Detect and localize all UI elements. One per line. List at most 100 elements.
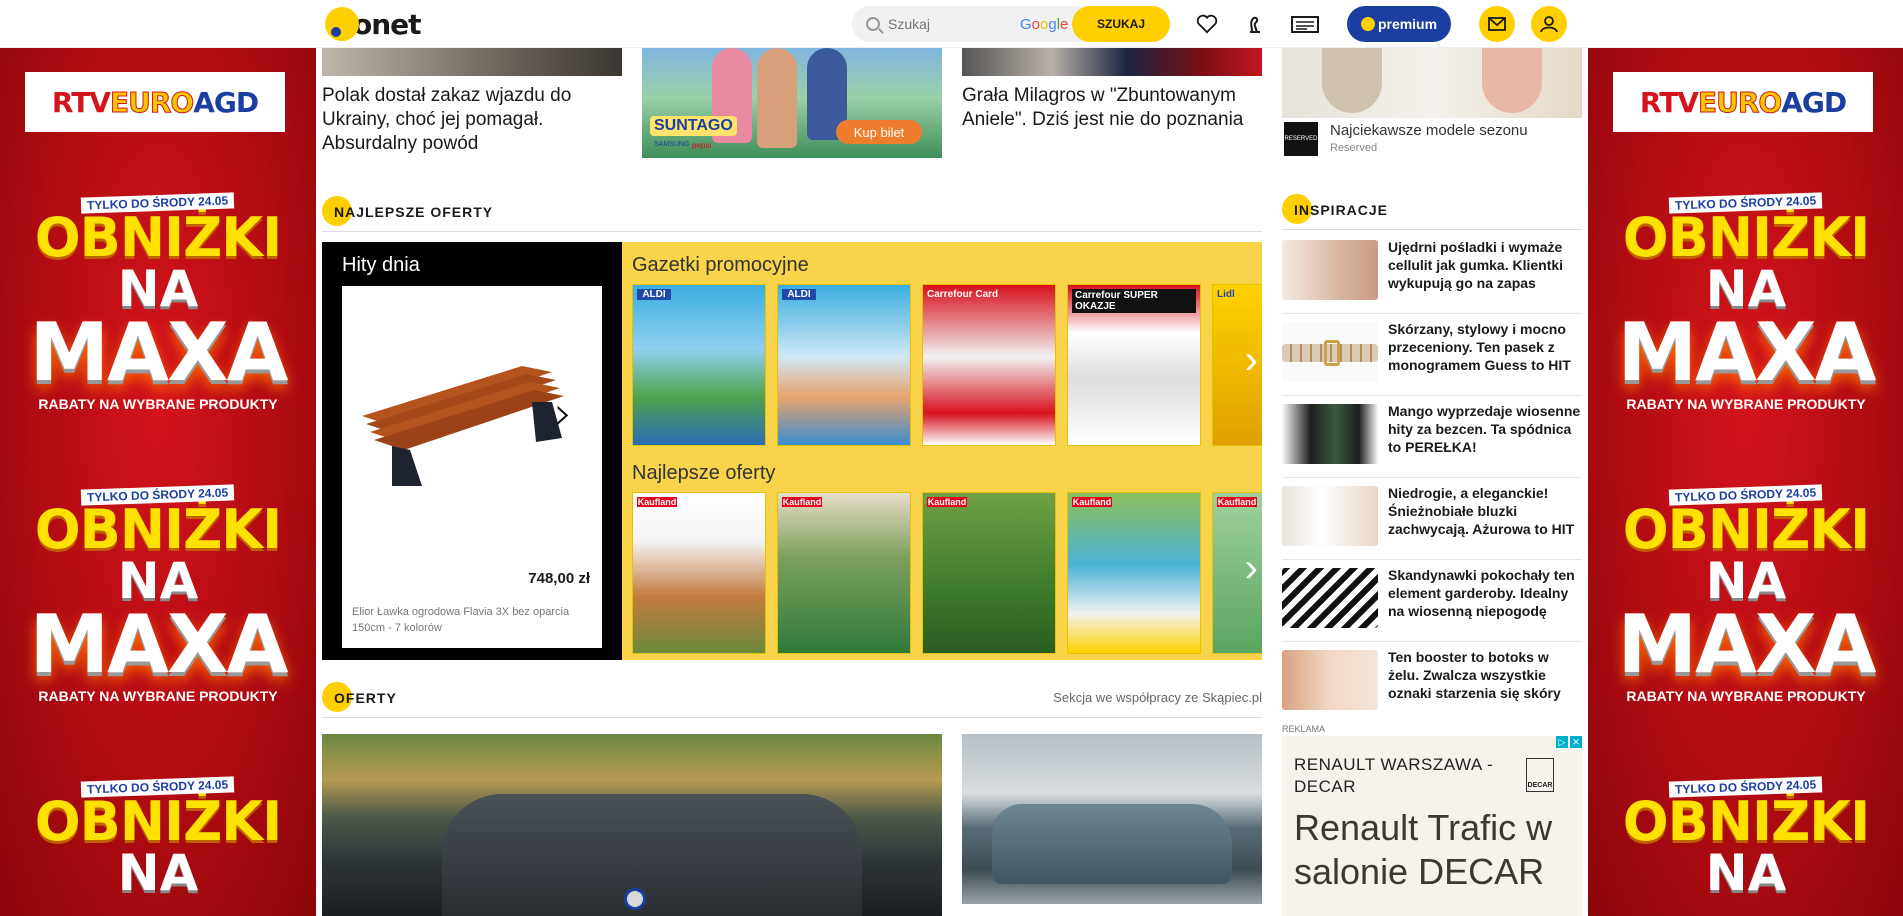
suntago-ad[interactable]: SUNTAGO SAMSUNG pepsi Kup bilet [642,48,942,158]
inspiration-image [1282,568,1378,628]
inspiration-item[interactable]: Niedrogie, a eleganckie! Śnieżnobiałe bl… [1282,478,1582,560]
renault-ad[interactable]: ▷ ✕ RENAULT WARSZAWA - DECAR DECAR Renau… [1282,736,1582,916]
hity-dnia-panel: Hity dnia › 748,00 zł Elior Ławka ogrodo… [322,242,622,660]
article-image[interactable] [962,48,1262,76]
right-side-ad[interactable]: RTV EURO AGD TYLKO DO ŚRODY 24.05 OBNIŻKI … [1588,48,1903,916]
section-header-inspirations: INSPIRACJE [1282,190,1582,230]
leaflet-thumb[interactable]: Kaufland [632,492,766,654]
leaflet-store: Lidl [1217,289,1235,300]
inspiration-title: Ujędrni pośladki i wymaże cellulit jak g… [1388,239,1564,291]
inspiration-item[interactable]: Mango wyprzedaje wiosenne hity za bezcen… [1282,396,1582,478]
onet-logo-mark [325,7,359,41]
ad-figure [1482,48,1542,113]
article-image[interactable] [322,48,622,76]
leaflet-thumb[interactable]: Carrefour SUPER OKAZJE [1067,284,1201,446]
adchoices-icon[interactable]: ▷ [1556,736,1568,748]
section-header-offers: OFERTY Sekcja we współpracy ze Skąpiec.p… [322,678,1262,718]
mail-button[interactable] [1479,6,1515,42]
promo-subline: RABATY NA WYBRANE PRODUKTY [1626,688,1866,704]
ad-headline: Renault Trafic w salonie DECAR [1294,807,1553,892]
rtv-logo-part1: RTV [51,85,111,119]
chevron-right-icon[interactable]: › [1245,546,1258,591]
product-price: 748,00 zł [528,570,590,587]
onet-logo[interactable]: onet [325,7,422,41]
gazetki-title: Gazetki promocyjne [632,254,809,276]
leaflet-store: Carrefour SUPER OKAZJE [1072,289,1196,313]
buckle-shape [1324,340,1340,366]
google-g1: G [1020,15,1032,33]
car-article-image[interactable] [962,734,1262,904]
inspiration-title: Skandynawki pokochały ten element garder… [1388,567,1575,619]
rtv-logo-part1: RTV [1639,85,1699,119]
promo-headline: OBNIŻKI [34,498,282,561]
promo-block: TYLKO DO ŚRODY 24.05 OBNIŻKI NA MAXA RAB… [0,484,316,704]
fashion-ad-advertiser: Reserved [1330,142,1378,154]
top-header: onet Google SZUKAJ premium [0,0,1903,48]
reserved-logo: RESERVED [1284,122,1318,156]
offers-widget: Hity dnia › 748,00 zł Elior Ławka ogrodo… [322,242,1262,660]
google-e: e [1060,15,1069,33]
leaflet-thumb[interactable]: Kaufland [922,492,1056,654]
article-title[interactable]: Polak dostał zakaz wjazdu do Ukrainy, ch… [322,84,622,156]
inspiration-item[interactable]: Ten booster to botoks w żelu. Zwalcza ws… [1282,642,1582,724]
search-input[interactable] [888,16,1008,32]
car-article-image[interactable] [322,734,942,916]
suntago-sponsor: pepsi [692,141,712,150]
inspiration-item[interactable]: Skandynawki pokochały ten element garder… [1282,560,1582,642]
fashion-ad-title[interactable]: Najciekawsze modele sezonu [1330,122,1528,139]
leaflet-store: Kaufland [1217,497,1257,507]
promo-block: TYLKO DO ŚRODY 24.05 OBNIŻKI NA [1588,776,1903,898]
promo-maxa: MAXA [29,306,288,399]
ad-label: REKLAMA [1282,724,1326,734]
google-g2: g [1048,15,1057,33]
premium-dot-icon [1360,17,1375,31]
search-button[interactable]: SZUKAJ [1072,6,1170,42]
inspiration-title: Niedrogie, a eleganckie! Śnieżnobiałe bl… [1388,485,1575,537]
section-partner-note: Sekcja we współpracy ze Skąpiec.pl [1053,690,1262,705]
leaflet-store: Carrefour Card [927,289,999,300]
suntago-logo: SUNTAGO [650,116,737,136]
rtv-logo-part2: EURO [1697,85,1782,119]
heart-icon[interactable] [1195,12,1219,36]
premium-label: premium [1377,16,1438,32]
inspiration-item[interactable]: Skórzany, stylowy i mocno przeceniony. T… [1282,314,1582,396]
product-card[interactable]: › 748,00 zł Elior Ławka ogrodowa Flavia … [342,286,602,648]
inspiration-item[interactable]: Ujędrni pośladki i wymaże cellulit jak g… [1282,232,1582,314]
premium-button[interactable]: premium [1347,6,1451,42]
promo-block: TYLKO DO ŚRODY 24.05 OBNIŻKI NA [0,776,316,898]
rtv-euro-agd-logo: RTV EURO AGD [25,72,285,132]
user-button[interactable] [1531,6,1567,42]
left-side-ad[interactable]: RTV EURO AGD TYLKO DO ŚRODY 24.05 OBNIŻKI … [0,48,316,916]
promo-block: TYLKO DO ŚRODY 24.05 OBNIŻKI NA MAXA RAB… [1588,484,1903,704]
decar-badge: DECAR [1526,758,1554,792]
leaflet-store: ALDI [637,289,671,300]
leaflet-thumb[interactable]: Carrefour Card [922,284,1056,446]
suv-shape [992,804,1232,884]
fashion-ad-image[interactable] [1282,48,1582,118]
buy-ticket-button[interactable]: Kup bilet [836,120,922,144]
close-icon[interactable]: ✕ [1570,736,1582,748]
promo-block: TYLKO DO ŚRODY 24.05 OBNIŻKI NA MAXA RAB… [1588,192,1903,412]
rtv-logo-part3: AGD [193,85,259,119]
tv-program-icon[interactable] [1290,12,1320,36]
leaflet-thumb[interactable]: Kaufland [1067,492,1201,654]
promo-subline: RABATY NA WYBRANE PRODUKTY [38,396,278,412]
inspiration-title: Mango wyprzedaje wiosenne hity za bezcen… [1388,403,1581,455]
leaflet-thumb[interactable]: ALDI [777,284,911,446]
chevron-right-icon[interactable]: › [1245,338,1258,383]
mail-icon [1488,17,1506,31]
leaflet-store: Kaufland [782,497,822,507]
inspiration-title: Ten booster to botoks w żelu. Zwalcza ws… [1388,649,1561,701]
ad-advertiser: RENAULT WARSZAWA - DECAR [1294,755,1494,796]
horoscope-icon[interactable] [1243,12,1267,36]
leaflet-thumb[interactable]: ALDI [632,284,766,446]
leaflet-thumb[interactable]: Kaufland [777,492,911,654]
suntago-sponsor: SAMSUNG [654,141,690,148]
promo-block: TYLKO DO ŚRODY 24.05 OBNIŻKI NA MAXA RAB… [0,192,316,412]
rtv-logo-part3: AGD [1781,85,1847,119]
chevron-right-icon[interactable]: › [554,386,572,440]
bmw-logo [624,888,646,910]
article-title[interactable]: Grała Milagros w "Zbuntowanym Aniele". D… [962,84,1262,132]
section-header-best-offers: NAJLEPSZE OFERTY [322,192,1262,232]
product-description[interactable]: Elior Ławka ogrodowa Flavia 3X bez oparc… [352,604,592,636]
